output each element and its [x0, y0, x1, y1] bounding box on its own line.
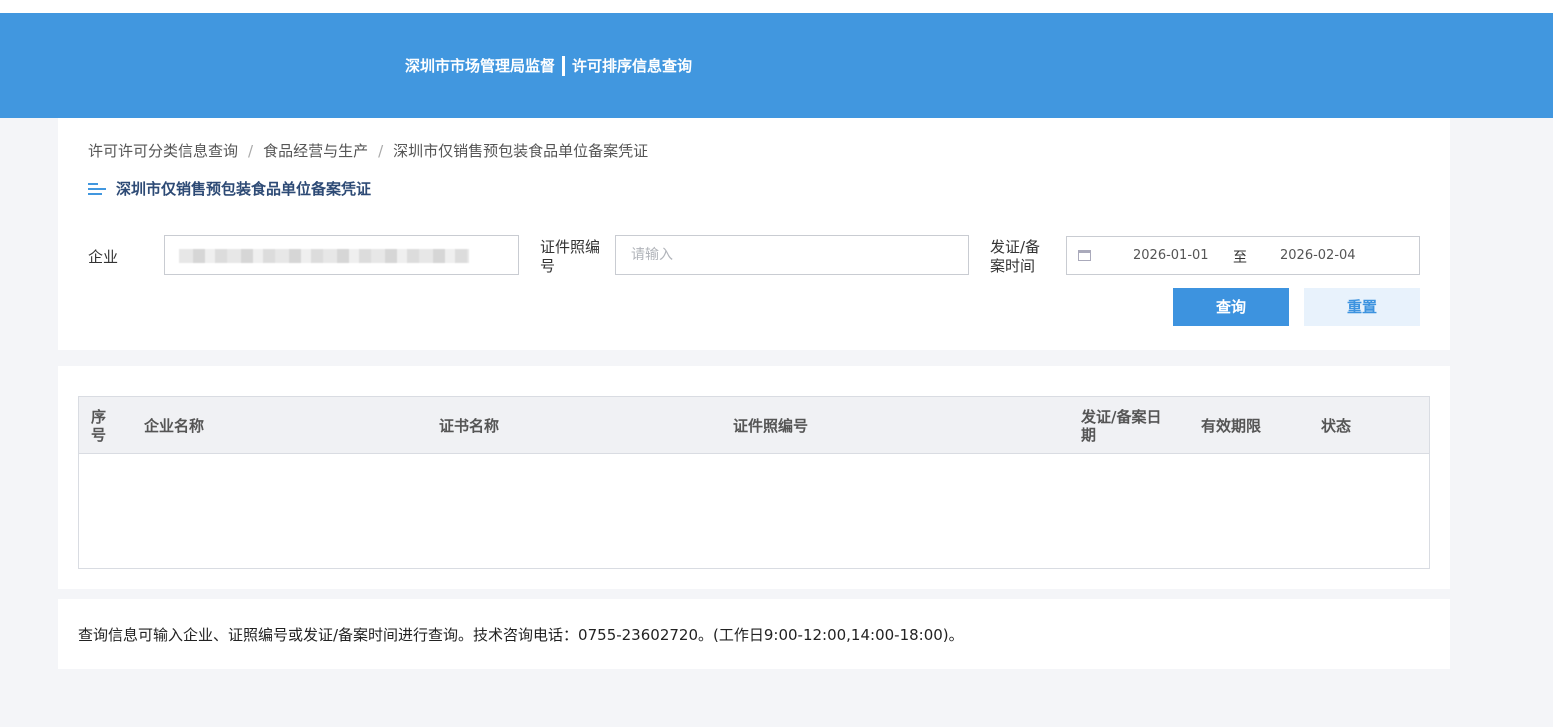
table-header: 序 号 企业名称 证书名称 证件照编号 发证/备案日 期 有效期限 状态 [79, 397, 1429, 454]
date-label-line2: 案时间 [990, 257, 1036, 275]
license-no-label-line1: 证件照编 [540, 238, 601, 256]
breadcrumb-separator: / [378, 141, 384, 160]
date-end-input[interactable]: 2026-02-04 [1280, 248, 1356, 263]
query-button[interactable]: 查询 [1173, 288, 1289, 326]
column-header-certificate-name: 证书名称 [439, 417, 500, 435]
list-icon [88, 181, 106, 197]
date-range-separator: 至 [1233, 250, 1247, 266]
help-note-panel: 查询信息可输入企业、证照编号或发证/备案时间进行查询。技术咨询电话：0755-2… [58, 599, 1450, 669]
breadcrumb-separator: / [248, 141, 254, 160]
header-title: 深圳市市场管理局监督 许可排序信息查询 [405, 55, 692, 76]
breadcrumb-item-food-business[interactable]: 食品经营与生产 [263, 140, 368, 161]
column-header-status: 状态 [1321, 417, 1352, 435]
license-no-input[interactable]: 请输入 [615, 235, 969, 275]
header-system-name: 许可排序信息查询 [572, 57, 693, 75]
column-header-index-line1: 序 [91, 408, 107, 426]
license-no-label: 证件照编 号 [540, 238, 600, 276]
column-header-issue-date: 发证/备案日 期 [1081, 408, 1161, 444]
header-org-name: 深圳市市场管理局监督 [405, 57, 556, 75]
results-table: 序 号 企业名称 证书名称 证件照编号 发证/备案日 期 有效期限 状态 [78, 396, 1430, 569]
search-panel: 许可许可分类信息查询 / 食品经营与生产 / 深圳市仅销售预包装食品单位备案凭证… [58, 118, 1450, 350]
date-label-line1: 发证/备 [990, 238, 1041, 256]
breadcrumb-item-current: 深圳市仅销售预包装食品单位备案凭证 [393, 142, 649, 160]
column-header-enterprise-name: 企业名称 [144, 417, 205, 435]
column-header-index: 序 号 [91, 408, 106, 444]
license-no-label-line2: 号 [540, 257, 556, 275]
enterprise-input-blurred-value [179, 249, 469, 263]
enterprise-label: 企业 [88, 248, 119, 266]
calendar-icon [1078, 250, 1091, 261]
top-strip [0, 0, 1553, 13]
date-label: 发证/备 案时间 [990, 238, 1040, 276]
header-separator [562, 55, 566, 76]
column-header-issue-date-line1: 发证/备案日 [1081, 408, 1162, 426]
results-panel: 序 号 企业名称 证书名称 证件照编号 发证/备案日 期 有效期限 状态 [58, 366, 1450, 589]
reset-button[interactable]: 重置 [1304, 288, 1420, 326]
breadcrumb-item-license-category[interactable]: 许可许可分类信息查询 [88, 140, 238, 161]
column-header-license-no: 证件照编号 [733, 417, 809, 435]
page-header: 深圳市市场管理局监督 许可排序信息查询 [0, 13, 1553, 118]
column-header-index-line2: 号 [91, 426, 107, 444]
breadcrumb: 许可许可分类信息查询 / 食品经营与生产 / 深圳市仅销售预包装食品单位备案凭证 [88, 140, 648, 161]
help-note-text: 查询信息可输入企业、证照编号或发证/备案时间进行查询。技术咨询电话：0755-2… [78, 626, 964, 644]
column-header-issue-date-line2: 期 [1081, 426, 1097, 444]
section-title: 深圳市仅销售预包装食品单位备案凭证 [88, 178, 371, 199]
license-no-placeholder: 请输入 [631, 247, 673, 263]
section-title-text: 深圳市仅销售预包装食品单位备案凭证 [116, 180, 372, 198]
date-range-picker[interactable]: 2026-01-01 至 2026-02-04 [1066, 236, 1420, 275]
date-start-input[interactable]: 2026-01-01 [1133, 248, 1209, 263]
enterprise-input[interactable] [164, 235, 519, 275]
column-header-validity: 有效期限 [1201, 417, 1262, 435]
